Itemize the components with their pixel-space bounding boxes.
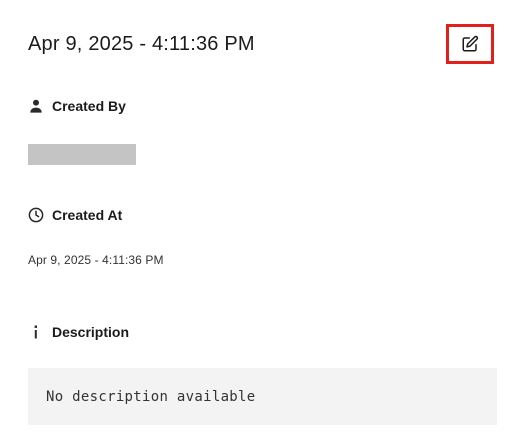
person-icon xyxy=(28,98,44,114)
page-title: Apr 9, 2025 - 4:11:36 PM xyxy=(28,33,255,55)
description-label: Description xyxy=(52,324,130,340)
description-box: No description available xyxy=(28,368,497,425)
record-detail-panel: Apr 9, 2025 - 4:11:36 PM Created By Crea… xyxy=(0,0,512,440)
created-by-redacted-value xyxy=(28,144,136,165)
edit-button[interactable] xyxy=(446,24,494,64)
edit-icon xyxy=(461,35,479,53)
description-heading: Description xyxy=(28,322,129,342)
created-at-value: Apr 9, 2025 - 4:11:36 PM xyxy=(28,253,164,267)
clock-icon xyxy=(28,207,44,223)
description-text: No description available xyxy=(46,388,256,405)
created-at-heading: Created At xyxy=(28,205,122,225)
created-by-label: Created By xyxy=(52,98,126,114)
created-by-heading: Created By xyxy=(28,96,126,116)
created-at-label: Created At xyxy=(52,207,123,223)
info-icon xyxy=(28,324,44,340)
